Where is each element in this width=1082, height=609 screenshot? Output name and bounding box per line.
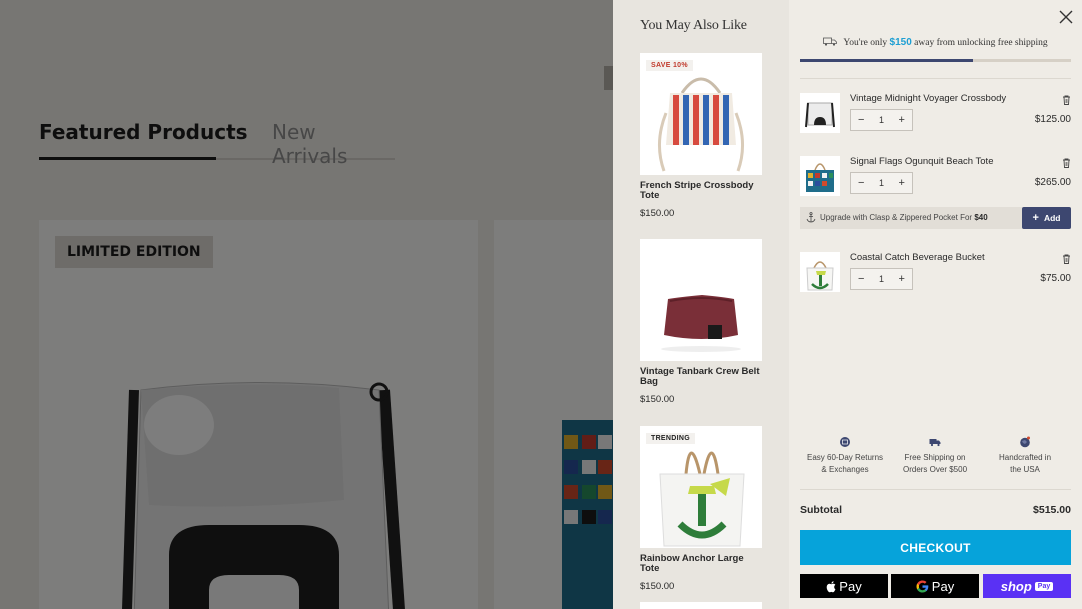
- cart-item-price: $265.00: [1034, 177, 1071, 188]
- increase-quantity-button[interactable]: +: [899, 177, 905, 189]
- product-name[interactable]: French Stripe Crossbody Tote: [640, 181, 762, 201]
- subtotal-label: Subtotal: [800, 504, 842, 516]
- shipping-progress-bar: [800, 59, 1071, 62]
- perk-line-2: Orders Over $500: [902, 465, 968, 474]
- shipping-truck-icon: [929, 439, 941, 447]
- checkout-button[interactable]: CHECKOUT: [800, 530, 1071, 565]
- apple-icon: [827, 580, 836, 592]
- quantity-stepper: − 1 +: [850, 109, 913, 131]
- google-pay-button[interactable]: Pay: [891, 574, 979, 598]
- anchor-tote-image: [659, 451, 745, 547]
- upsell-text: Upgrade with Clasp & Zippered Pocket For…: [820, 213, 988, 222]
- cart-item-name[interactable]: Vintage Midnight Voyager Crossbody: [850, 93, 1006, 104]
- quantity-stepper: − 1 +: [850, 172, 913, 194]
- shop-pay-label: shop: [1000, 578, 1032, 594]
- quantity-stepper: − 1 +: [850, 268, 913, 290]
- quantity-value[interactable]: 1: [879, 115, 884, 125]
- shop-pay-box: Pay: [1034, 581, 1054, 591]
- cart-item-thumbnail[interactable]: [800, 252, 840, 292]
- sale-badge: SAVE 10%: [646, 60, 693, 71]
- shipping-suffix: away from unlocking free shipping: [914, 38, 1048, 48]
- recommended-product[interactable]: SAVE 10% French Stripe Crossbody Tote $1…: [640, 53, 762, 219]
- cart-item-thumbnail[interactable]: [800, 156, 840, 196]
- google-pay-label: Pay: [931, 578, 955, 594]
- recommendations-title: You May Also Like: [640, 18, 747, 33]
- shipping-amount: $150: [889, 37, 912, 48]
- decrease-quantity-button[interactable]: −: [858, 177, 864, 189]
- perk-line-1: Easy 60-Day Returns: [806, 453, 884, 462]
- decrease-quantity-button[interactable]: −: [858, 273, 864, 285]
- product-price: $150.00: [640, 394, 675, 405]
- plus-icon: +: [1032, 212, 1039, 224]
- quantity-value[interactable]: 1: [879, 274, 884, 284]
- divider: [800, 489, 1071, 490]
- add-button-label: Add: [1043, 213, 1061, 223]
- product-image[interactable]: [640, 239, 762, 361]
- cart-item-name[interactable]: Coastal Catch Beverage Bucket: [850, 252, 985, 263]
- trash-icon[interactable]: [1062, 254, 1071, 264]
- perk-free-shipping: Free Shipping on Orders Over $500: [890, 436, 980, 476]
- belt-bag-image: [661, 295, 741, 352]
- truck-icon: [823, 37, 838, 46]
- perk-line-2: & Exchanges: [821, 465, 869, 474]
- perk-handcrafted: Handcrafted in the USA: [980, 436, 1070, 476]
- recommended-product[interactable]: TRENDING Rainbow Anchor Large Tote $150.…: [640, 426, 762, 592]
- apple-pay-button[interactable]: Pay: [800, 574, 888, 598]
- crossbody-thumbnail-image: [805, 102, 835, 128]
- free-shipping-message: You're only $150 away from unlocking fre…: [789, 37, 1082, 48]
- product-image[interactable]: TRENDING: [640, 426, 762, 548]
- perk-returns: Easy 60-Day Returns & Exchanges: [800, 436, 890, 476]
- increase-quantity-button[interactable]: +: [899, 273, 905, 285]
- increase-quantity-button[interactable]: +: [899, 114, 905, 126]
- upsell-offer: Upgrade with Clasp & Zippered Pocket For…: [800, 207, 1071, 229]
- cart-item-price: $125.00: [1034, 114, 1071, 125]
- product-price: $150.00: [640, 581, 675, 592]
- cart-item-thumbnail[interactable]: [800, 93, 840, 133]
- product-name[interactable]: Vintage Tanbark Crew Belt Bag: [640, 367, 762, 387]
- signal-flags-thumbnail-image: [806, 163, 834, 192]
- upsell-price: $40: [974, 213, 988, 222]
- striped-tote-image: [658, 77, 744, 172]
- quantity-value[interactable]: 1: [879, 178, 884, 188]
- perk-line-1: Free Shipping on: [904, 453, 966, 462]
- perk-line-1: Handcrafted in: [998, 453, 1052, 462]
- returns-icon: [840, 437, 850, 447]
- usa-globe-icon: [1020, 436, 1030, 448]
- subtotal-value: $515.00: [1033, 504, 1071, 516]
- cart-drawer: You're only $150 away from unlocking fre…: [789, 0, 1082, 609]
- google-icon: [916, 580, 929, 592]
- anchor-icon: [806, 212, 816, 223]
- recommended-product[interactable]: Vintage Tanbark Crew Belt Bag $150.00: [640, 239, 762, 405]
- beverage-bucket-thumbnail-image: [806, 261, 834, 291]
- divider: [800, 78, 1071, 79]
- add-upsell-button[interactable]: + Add: [1022, 207, 1071, 229]
- decrease-quantity-button[interactable]: −: [858, 114, 864, 126]
- shop-pay-button[interactable]: shop Pay: [983, 574, 1071, 598]
- shipping-prefix: You're only: [843, 38, 888, 48]
- trash-icon[interactable]: [1062, 95, 1071, 105]
- cart-item-name[interactable]: Signal Flags Ogunquit Beach Tote: [850, 156, 993, 167]
- product-name[interactable]: Rainbow Anchor Large Tote: [640, 554, 762, 574]
- close-icon[interactable]: [1059, 10, 1073, 24]
- trash-icon[interactable]: [1062, 158, 1071, 168]
- product-image[interactable]: SAVE 10%: [640, 53, 762, 175]
- recommendations-panel: You May Also Like SAVE 10% French Stripe…: [613, 0, 789, 609]
- cart-item-price: $75.00: [1040, 273, 1071, 284]
- upsell-description: Upgrade with Clasp & Zippered Pocket For: [820, 213, 973, 222]
- product-price: $150.00: [640, 208, 675, 219]
- perk-line-2: the USA: [1010, 465, 1040, 474]
- recommended-product-partial[interactable]: [640, 602, 762, 609]
- shipping-progress-fill: [800, 59, 974, 62]
- trending-badge: TRENDING: [646, 433, 695, 444]
- apple-pay-label: Pay: [839, 578, 862, 594]
